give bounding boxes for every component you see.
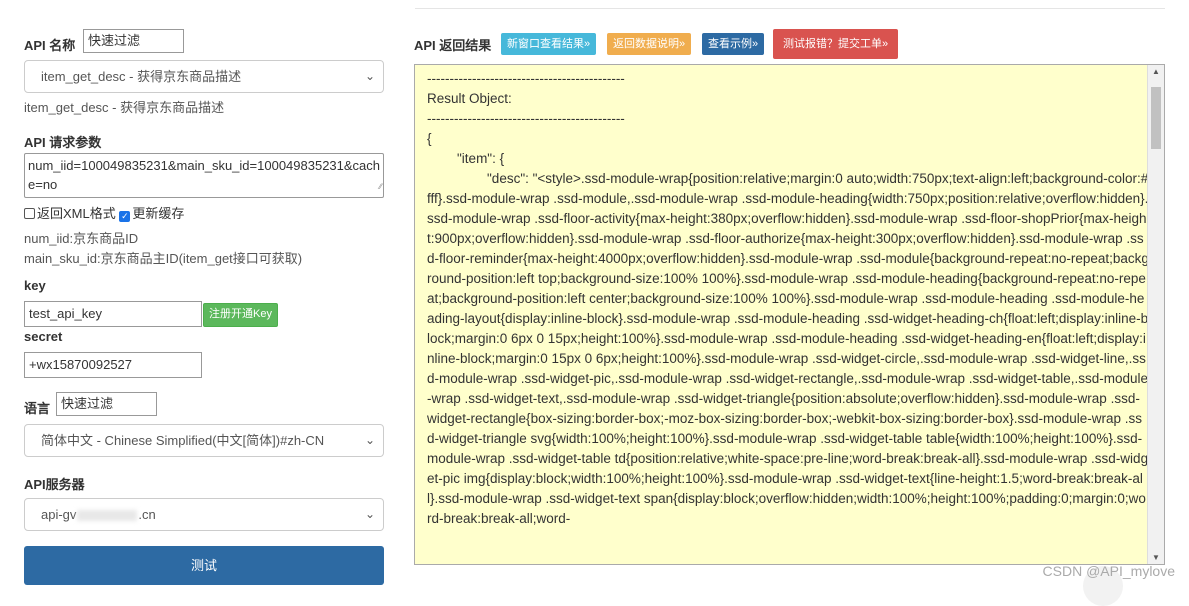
test-button[interactable]: 测试 [24, 546, 384, 585]
scroll-thumb[interactable] [1151, 87, 1161, 149]
redacted-mask [77, 510, 138, 522]
result-line: ----------------------------------------… [427, 111, 625, 126]
param-hint-main-sku-id: main_sku_id:京东商品主ID(item_get接口可获取) [24, 251, 303, 266]
language-select[interactable]: 简体中文 - Chinese Simplified(中文[简体])#zh-CN … [24, 424, 384, 457]
key-label: key [24, 278, 46, 293]
result-line: ----------------------------------------… [427, 71, 625, 86]
open-new-window-button[interactable]: 新窗口查看结果» [501, 33, 597, 55]
result-line: "item": { [427, 151, 505, 166]
chevron-down-icon: ⌄ [364, 507, 375, 521]
result-line: Result Object: [427, 91, 512, 106]
params-textarea[interactable]: num_iid=100049835231&main_sku_id=1000498… [24, 153, 384, 198]
result-text: ----------------------------------------… [427, 69, 1149, 529]
data-description-button[interactable]: 返回数据说明» [607, 33, 692, 55]
language-filter-input[interactable]: 快速过滤 [56, 392, 157, 416]
scroll-down-icon[interactable]: ▼ [1152, 553, 1160, 562]
server-suffix: .cn [138, 507, 156, 522]
result-line: { [427, 131, 432, 146]
cache-checkbox-label: 更新缓存 [132, 206, 185, 221]
report-error-button[interactable]: 测试报错？提交工单» [773, 29, 899, 59]
scroll-up-icon[interactable]: ▲ [1152, 67, 1160, 76]
xml-checkbox[interactable] [24, 208, 35, 219]
api-select[interactable]: item_get_desc - 获得京东商品描述 ⌄ [24, 60, 384, 93]
params-value: num_iid=100049835231&main_sku_id=1000498… [28, 158, 381, 192]
key-input[interactable]: test_api_key [24, 301, 202, 327]
params-label: API 请求参数 [24, 135, 102, 150]
api-name-label: API 名称 [24, 38, 76, 53]
register-key-button[interactable]: 注册开通Key [203, 303, 278, 327]
server-label: API服务器 [24, 477, 85, 492]
result-line: "desc": "<style>.ssd-module-wrap{positio… [427, 171, 1149, 526]
secret-label: secret [24, 329, 63, 344]
api-select-value: item_get_desc - 获得京东商品描述 [41, 69, 242, 84]
watermark: CSDN @API_mylove [1042, 563, 1175, 579]
chevron-down-icon: ⌄ [364, 69, 375, 83]
xml-checkbox-label: 返回XML格式 [37, 206, 116, 221]
server-select[interactable]: api-gv .cn ⌄ [24, 498, 384, 531]
api-filter-input[interactable]: 快速过滤 [83, 29, 184, 53]
server-prefix: api-gv [41, 507, 77, 522]
view-example-button[interactable]: 查看示例» [702, 33, 765, 55]
result-box[interactable]: ----------------------------------------… [414, 64, 1165, 565]
param-hint-num-iid: num_iid:京东商品ID [24, 231, 139, 246]
top-divider [415, 8, 1165, 9]
language-label: 语言 [24, 401, 51, 416]
language-select-value: 简体中文 - Chinese Simplified(中文[简体])#zh-CN [41, 433, 325, 448]
resize-handle-icon[interactable]: ∕∕ [379, 177, 382, 196]
chevron-down-icon: ⌄ [364, 433, 375, 447]
options-row: 返回XML格式 ✓ 更新缓存 [24, 203, 184, 222]
api-description: item_get_desc - 获得京东商品描述 [24, 100, 225, 115]
result-title: API 返回结果 [414, 38, 492, 53]
secret-input[interactable]: +wx15870092527 [24, 352, 202, 378]
result-scrollbar[interactable]: ▲ ▼ [1147, 65, 1164, 564]
cache-checkbox[interactable]: ✓ [119, 211, 131, 222]
